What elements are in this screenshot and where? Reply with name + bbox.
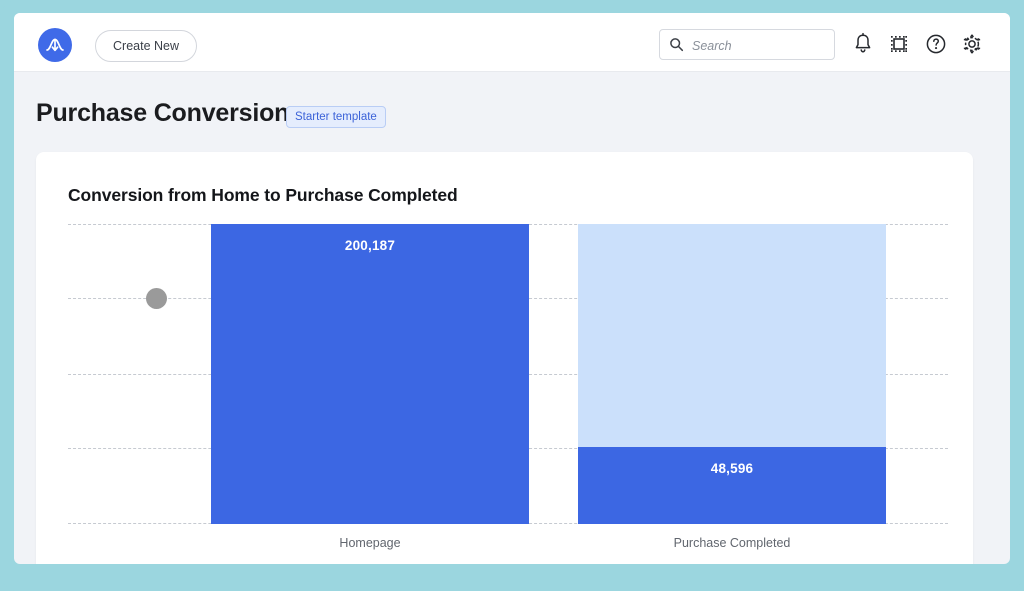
search-input[interactable] (690, 30, 832, 61)
gear-icon[interactable] (959, 31, 985, 57)
bar-axis-label-purchase-completed: Purchase Completed (578, 536, 886, 550)
threshold-drag-handle[interactable] (146, 288, 167, 309)
help-circle-icon[interactable] (923, 31, 949, 57)
bar-column-purchase-completed[interactable]: 48,596 (578, 224, 886, 524)
bell-icon[interactable] (850, 31, 876, 57)
chart-card: Conversion from Home to Purchase Complet… (36, 152, 973, 564)
outer-frame: Create New (0, 0, 1024, 591)
amplitude-logo[interactable] (38, 28, 72, 62)
bar-fill (578, 447, 886, 524)
chip-icon[interactable] (886, 31, 912, 57)
bar-value-label: 200,187 (211, 238, 529, 253)
bar-fill (211, 224, 529, 524)
create-new-button[interactable]: Create New (95, 30, 197, 62)
bar-axis-label-homepage: Homepage (211, 536, 529, 550)
top-navigation-bar: Create New (14, 13, 1010, 72)
starter-template-badge: Starter template (286, 106, 386, 128)
search-icon (669, 37, 684, 52)
app-window: Create New (14, 13, 1010, 564)
search-box[interactable] (659, 29, 835, 60)
page-title: Purchase Conversion (36, 99, 289, 128)
chart-plot-area: 200,187 Homepage 48,596 Purchase Complet… (68, 224, 948, 524)
bar-column-homepage[interactable]: 200,187 (211, 224, 529, 524)
bar-value-label: 48,596 (578, 461, 886, 476)
page-header: Purchase Conversion Starter template (14, 72, 1010, 150)
chart-title: Conversion from Home to Purchase Complet… (68, 185, 458, 206)
